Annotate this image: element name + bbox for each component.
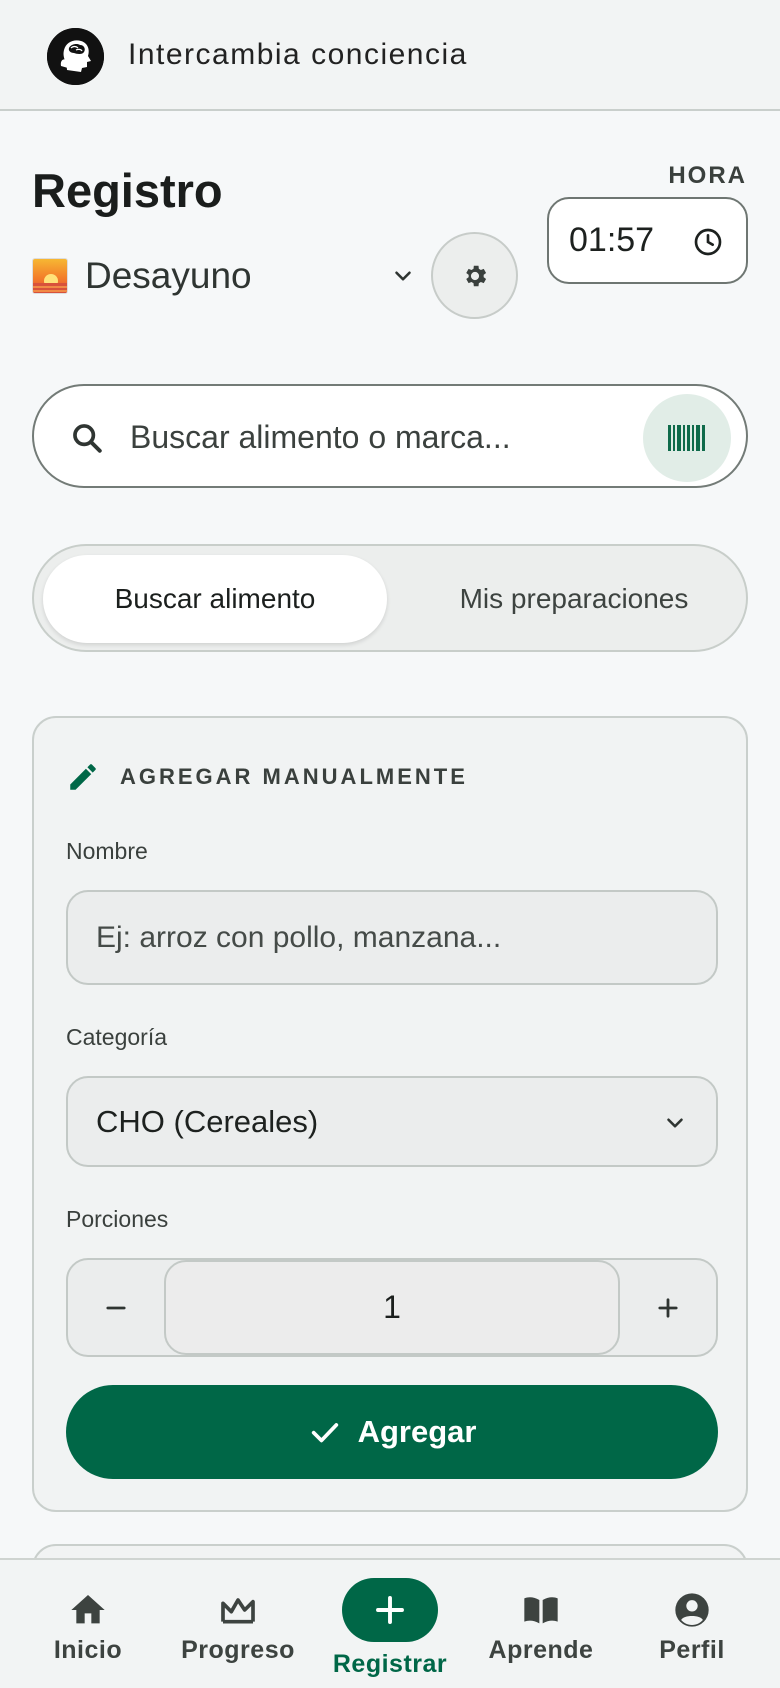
barcode-scan-button[interactable] (643, 394, 731, 482)
name-field (66, 890, 718, 985)
add-button-label: Agregar (357, 1414, 477, 1449)
chevron-down-icon (395, 271, 411, 281)
chevron-down-icon (667, 1118, 683, 1128)
nav-label-inicio: Inicio (53, 1636, 123, 1664)
nav-label-aprende: Aprende (488, 1636, 594, 1664)
nav-item-registrar[interactable]: Registrar (320, 1560, 460, 1688)
nav-register-pill (342, 1578, 438, 1642)
name-input[interactable] (96, 916, 686, 960)
portions-label: Porciones (66, 1206, 169, 1232)
chart-icon (221, 1598, 255, 1624)
nav-item-progreso[interactable]: Progreso (168, 1560, 308, 1688)
meal-selector[interactable]: Desayuno (32, 248, 422, 304)
category-select[interactable]: CHO (Cereales) (66, 1076, 718, 1167)
tab-mis-preparaciones[interactable]: Mis preparaciones (409, 555, 739, 643)
account-icon (675, 1593, 709, 1627)
nav-item-perfil[interactable]: Perfil (622, 1560, 762, 1688)
card-header: AGREGAR MANUALMENTE (66, 760, 468, 794)
home-icon (71, 1595, 105, 1624)
app-header: Intercambia conciencia (0, 0, 780, 111)
app-title: Intercambia conciencia (128, 38, 468, 71)
minus-icon (106, 1306, 126, 1309)
check-icon (311, 1423, 338, 1443)
brain-head-logo-icon[interactable] (47, 28, 104, 85)
increment-button[interactable] (620, 1260, 716, 1355)
time-label: HORA (668, 162, 747, 189)
time-value: 01:57 (569, 221, 655, 259)
category-value: CHO (Cereales) (96, 1104, 319, 1139)
search-mode-tabs: Buscar alimento Mis preparaciones (32, 544, 748, 652)
nav-item-inicio[interactable]: Inicio (18, 1560, 158, 1688)
pencil-icon (70, 764, 96, 790)
decrement-button[interactable] (68, 1260, 164, 1355)
barcode-icon (668, 425, 705, 451)
registro-screen: Intercambia conciencia Registro Desayuno… (0, 0, 780, 1688)
bottom-navigation: Inicio Progreso Registrar Aprende Perfil (0, 1558, 780, 1688)
card-title: AGREGAR MANUALMENTE (120, 764, 468, 789)
nav-label-registrar: Registrar (332, 1650, 448, 1678)
page-title: Registro (32, 164, 223, 217)
plus-icon (376, 1596, 404, 1624)
name-label: Nombre (66, 838, 148, 864)
time-input[interactable]: 01:57 (547, 197, 748, 284)
manual-add-card: AGREGAR MANUALMENTE Nombre Categoría CHO… (32, 716, 748, 1512)
nav-label-progreso: Progreso (181, 1636, 295, 1664)
search-bar (32, 384, 748, 488)
plus-icon (658, 1297, 678, 1318)
clock-icon (694, 228, 722, 256)
category-label: Categoría (66, 1024, 168, 1050)
sunrise-icon (32, 258, 68, 294)
gear-icon (465, 265, 486, 286)
add-button[interactable]: Agregar (66, 1385, 718, 1479)
tab-buscar-alimento[interactable]: Buscar alimento (43, 555, 387, 643)
nav-label-perfil: Perfil (659, 1636, 725, 1664)
meal-name: Desayuno (85, 255, 252, 296)
search-icon (73, 424, 102, 453)
settings-button[interactable] (431, 232, 518, 319)
portions-stepper: 1 (66, 1258, 718, 1357)
search-input[interactable] (130, 406, 650, 468)
nav-item-aprende[interactable]: Aprende (471, 1560, 611, 1688)
book-icon (524, 1597, 558, 1624)
portions-value[interactable]: 1 (164, 1260, 620, 1355)
